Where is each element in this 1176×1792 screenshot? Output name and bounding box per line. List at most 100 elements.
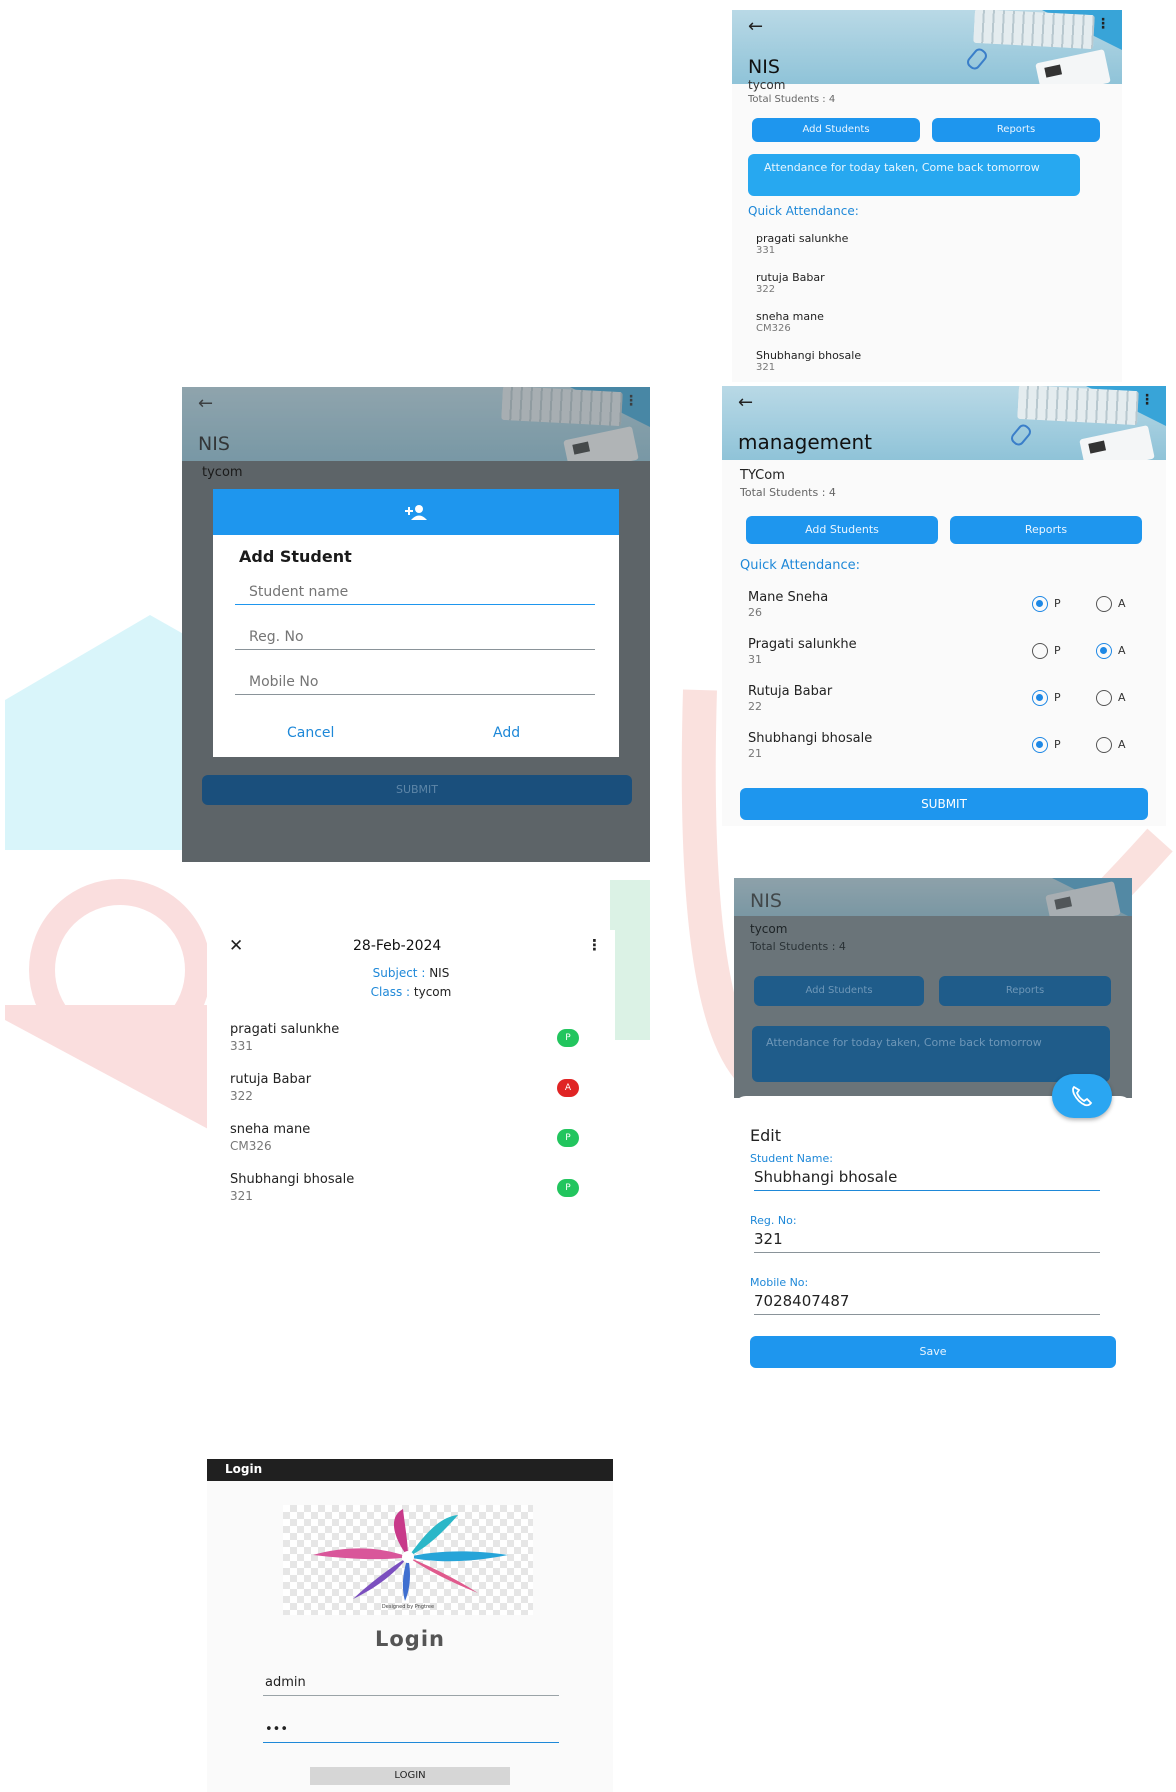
edit-sheet: Edit Student Name: Shubhangi bhosale Reg… [734, 1096, 1132, 1392]
attendance-row: Shubhangi bhosale 21 P A [722, 731, 1166, 775]
app-header: ← ⋮ NIS [182, 387, 650, 461]
student-name: Mane Sneha [748, 590, 829, 605]
quick-attendance-heading: Quick Attendance: [748, 204, 859, 218]
present-radio[interactable] [1032, 643, 1048, 659]
present-radio[interactable] [1032, 737, 1048, 753]
student-reg: 331 [756, 245, 776, 256]
attendance-row: Rutuja Babar 22 P A [722, 684, 1166, 728]
login-top-bar: Login [207, 1459, 613, 1481]
student-reg: 321 [230, 1189, 253, 1203]
absent-radio[interactable] [1096, 690, 1112, 706]
present-radio[interactable] [1032, 596, 1048, 612]
student-reg: 26 [748, 606, 762, 619]
page-title: management [738, 430, 872, 454]
reg-no-label: Reg. No: [750, 1214, 797, 1227]
add-student-dialog: Add Student Cancel Add [213, 489, 619, 757]
back-arrow-icon[interactable]: ← [198, 393, 213, 414]
total-students: Total Students : 4 [748, 94, 836, 105]
overflow-menu-icon[interactable]: ⋮ [1140, 392, 1154, 408]
header-calculator-graphic [1035, 49, 1111, 84]
phone-icon [1072, 1085, 1093, 1107]
student-name: pragati salunkhe [230, 1022, 340, 1037]
add-student-screen: ← ⋮ NIS tycom SUBMIT Add Student Cancel … [182, 387, 650, 862]
class-name: tycom [202, 465, 243, 480]
class-name: TYCom [740, 468, 785, 483]
list-item[interactable]: rutuja Babar 322 [756, 271, 825, 295]
save-button[interactable]: Save [750, 1336, 1116, 1368]
back-arrow-icon[interactable]: ← [738, 392, 753, 413]
header-calculator-graphic [1079, 425, 1155, 460]
add-students-button[interactable]: Add Students [746, 516, 938, 544]
subject-line: Subject : NIS [207, 966, 615, 980]
student-reg: 21 [748, 747, 762, 760]
student-reg: CM326 [756, 323, 791, 334]
list-item[interactable]: pragati salunkhe 331 [756, 232, 848, 256]
student-name: sneha mane [230, 1122, 311, 1137]
attendance-notice: Attendance for today taken, Come back to… [752, 1026, 1110, 1082]
username-field[interactable]: admin [263, 1675, 559, 1696]
add-button[interactable]: Add [493, 725, 520, 741]
student-name-field[interactable]: Shubhangi bhosale [754, 1168, 1100, 1191]
edit-student-screen: NIS tycom Total Students : 4 Add Student… [734, 878, 1132, 1392]
header-clip-graphic [964, 46, 990, 72]
login-screen: Login Designed by Pngtree Login admin ••… [207, 1459, 613, 1792]
class-value: tycom [413, 985, 452, 999]
student-name: Shubhangi bhosale [230, 1172, 355, 1187]
page-title: NIS [748, 56, 780, 78]
class-line: Class : tycom [207, 985, 615, 999]
reports-button[interactable]: Reports [932, 118, 1100, 142]
reports-button: Reports [939, 976, 1111, 1006]
reg-no-field[interactable]: 321 [754, 1230, 1100, 1253]
present-label: P [1054, 597, 1061, 610]
overflow-menu-icon[interactable]: ⋮ [587, 936, 602, 954]
call-fab[interactable] [1052, 1074, 1112, 1118]
list-item[interactable]: sneha mane CM326 [756, 310, 824, 334]
reg-no-input[interactable] [235, 624, 595, 650]
class-label: Class : [370, 985, 411, 999]
app-header: NIS [734, 878, 1132, 916]
watermark-green [610, 880, 650, 1040]
submit-button[interactable]: SUBMIT [740, 788, 1148, 820]
absent-radio[interactable] [1096, 737, 1112, 753]
mobile-no-input[interactable] [235, 669, 595, 695]
overflow-menu-icon[interactable]: ⋮ [1096, 16, 1110, 32]
header-keyboard-graphic [1017, 386, 1139, 426]
present-label: P [1054, 644, 1061, 657]
list-item[interactable]: Shubhangi bhosale 321 [756, 349, 861, 373]
password-field[interactable]: ••• [263, 1722, 559, 1743]
absent-radio[interactable] [1096, 596, 1112, 612]
student-reg: 22 [748, 700, 762, 713]
mobile-no-field[interactable]: 7028407487 [754, 1292, 1100, 1315]
absent-label: A [1118, 691, 1126, 704]
absent-label: A [1118, 597, 1126, 610]
login-button[interactable]: LOGIN [310, 1767, 510, 1785]
student-name: Shubhangi bhosale [748, 731, 873, 746]
quick-attendance-heading: Quick Attendance: [740, 558, 860, 573]
student-name: Pragati salunkhe [748, 637, 857, 652]
student-reg: CM326 [230, 1139, 272, 1153]
student-reg: 322 [756, 284, 776, 295]
absent-label: A [1118, 644, 1126, 657]
logo-caption: Designed by Pngtree [381, 1604, 435, 1610]
sheet-title: Edit [750, 1126, 781, 1145]
subject-value: NIS [429, 966, 450, 980]
close-icon[interactable]: ✕ [229, 936, 243, 956]
present-label: P [1054, 738, 1061, 751]
present-radio[interactable] [1032, 690, 1048, 706]
app-header: ← ⋮ NIS [732, 10, 1122, 84]
back-arrow-icon[interactable]: ← [748, 16, 763, 37]
class-name: tycom [748, 78, 786, 92]
dialog-header [213, 489, 619, 535]
login-heading: Login [375, 1627, 445, 1651]
overflow-menu-icon[interactable]: ⋮ [624, 393, 638, 409]
class-name: tycom [750, 922, 788, 936]
student-name: Rutuja Babar [748, 684, 833, 699]
student-name-input[interactable] [235, 579, 595, 605]
absent-radio[interactable] [1096, 643, 1112, 659]
login-bar-title: Login [225, 1462, 263, 1476]
cancel-button[interactable]: Cancel [287, 725, 334, 741]
reports-button[interactable]: Reports [950, 516, 1142, 544]
add-students-button[interactable]: Add Students [752, 118, 920, 142]
header-keyboard-graphic [501, 387, 623, 427]
add-person-icon [405, 505, 427, 520]
